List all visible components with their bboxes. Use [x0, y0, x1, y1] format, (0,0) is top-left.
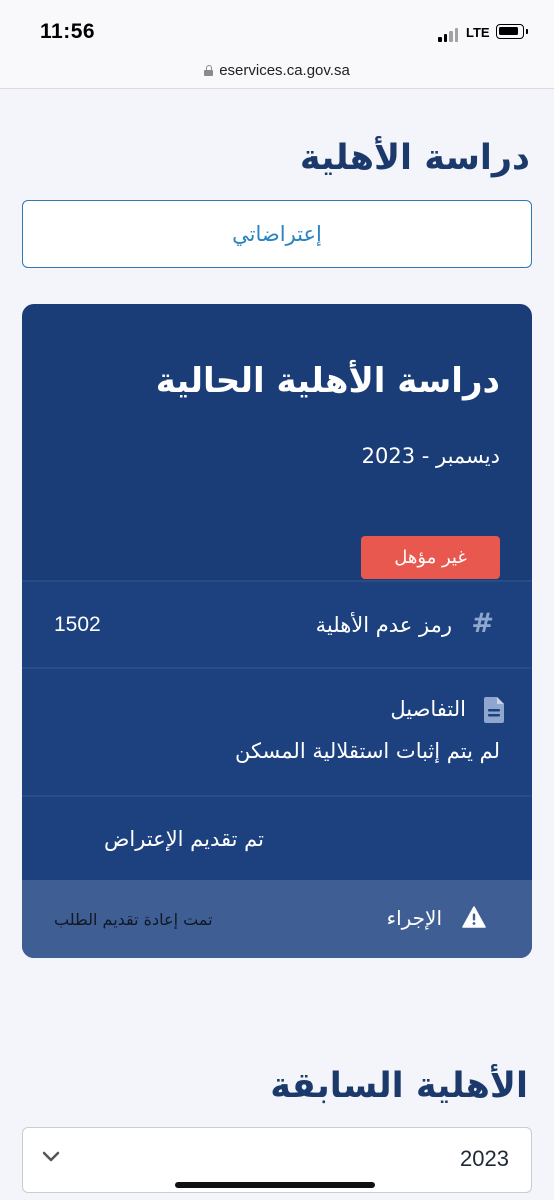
year-select-value: 2023 — [460, 1146, 509, 1171]
cellular-signal-icon — [438, 26, 460, 42]
objection-status-row: تم تقديم الإعتراض — [22, 795, 532, 880]
card-title: دراسة الأهلية الحالية — [155, 361, 500, 401]
ineligibility-code-value: 1502 — [54, 613, 101, 636]
chevron-down-icon — [42, 1151, 60, 1162]
status-time: 11:56 — [40, 20, 96, 43]
ineligibility-code-row: # رمز عدم الأهلية 1502 — [22, 580, 532, 667]
action-value: تمت إعادة تقديم الطلب — [54, 910, 213, 929]
url-text: eservices.ca.gov.sa — [219, 62, 350, 79]
warning-icon — [462, 906, 486, 928]
current-eligibility-card: دراسة الأهلية الحالية ديسمبر - 2023 غير … — [22, 304, 532, 958]
details-row: التفاصيل لم يتم إثبات استقلالية المسكن — [22, 667, 532, 795]
hash-icon: # — [471, 608, 494, 639]
action-row: الإجراء تمت إعادة تقديم الطلب — [22, 880, 532, 958]
page-title: دراسة الأهلية — [299, 138, 530, 178]
my-objections-button[interactable]: إعتراضاتي — [22, 200, 532, 268]
details-text: لم يتم إثبات استقلالية المسكن — [234, 739, 500, 763]
lock-icon — [204, 65, 214, 76]
objection-status-text: تم تقديم الإعتراض — [104, 827, 264, 851]
status-bar: 11:56 LTE — [0, 0, 554, 60]
previous-eligibility-title: الأهلية السابقة — [270, 1066, 528, 1106]
document-icon — [484, 697, 504, 723]
home-indicator[interactable] — [175, 1182, 375, 1188]
status-badge: غير مؤهل — [361, 536, 500, 579]
battery-icon — [496, 24, 528, 39]
card-date: ديسمبر - 2023 — [361, 444, 500, 468]
network-type: LTE — [466, 25, 490, 40]
ineligibility-code-label: رمز عدم الأهلية — [315, 613, 452, 637]
details-label: التفاصيل — [390, 697, 466, 721]
action-label: الإجراء — [386, 906, 442, 930]
browser-url-bar[interactable]: eservices.ca.gov.sa — [0, 60, 554, 89]
